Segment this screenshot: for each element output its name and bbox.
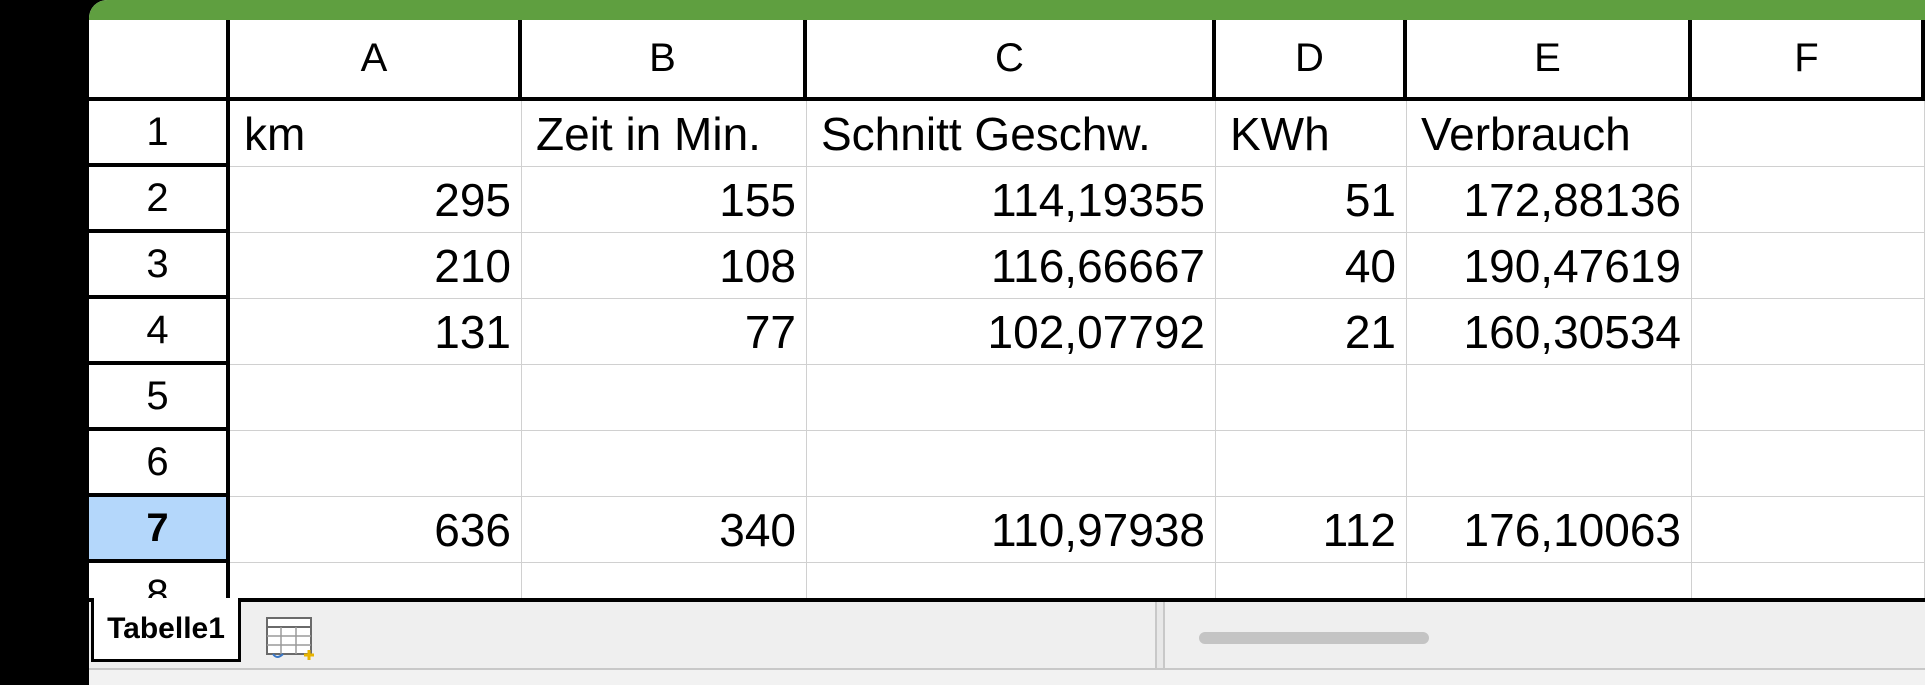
column-header-d[interactable]: D — [1216, 20, 1407, 97]
row-header-8[interactable]: 8 — [89, 563, 230, 600]
cell-d7[interactable]: 112 — [1216, 497, 1407, 563]
cell-f2[interactable] — [1692, 167, 1925, 233]
table-row: 6 — [89, 431, 1925, 497]
cell-b2[interactable]: 155 — [522, 167, 807, 233]
column-header-f[interactable]: F — [1692, 20, 1925, 97]
cell-c1[interactable]: Schnitt Geschw. — [807, 101, 1216, 167]
cell-d3[interactable]: 40 — [1216, 233, 1407, 299]
sheet-tab-label: Tabelle1 — [107, 611, 225, 645]
cell-f6[interactable] — [1692, 431, 1925, 497]
column-header-b[interactable]: B — [522, 20, 807, 97]
cell-b3[interactable]: 108 — [522, 233, 807, 299]
cell-f8[interactable] — [1692, 563, 1925, 600]
cell-b6[interactable] — [522, 431, 807, 497]
cell-d6[interactable] — [1216, 431, 1407, 497]
cell-e2[interactable]: 172,88136 — [1407, 167, 1692, 233]
table-row: 4 131 77 102,07792 21 160,30534 — [89, 299, 1925, 365]
horizontal-scrollbar[interactable] — [1199, 632, 1925, 646]
row-header-4[interactable]: 4 — [89, 299, 230, 365]
spreadsheet-grid[interactable]: ABCDEF 1 km Zeit in Min. Schnitt Geschw. KWh… — [89, 20, 1925, 600]
cell-d1[interactable]: KWh — [1216, 101, 1407, 167]
row-header-6[interactable]: 6 — [89, 431, 230, 497]
cell-b8[interactable] — [522, 563, 807, 600]
cell-e1[interactable]: Verbrauch — [1407, 101, 1692, 167]
cell-f7[interactable] — [1692, 497, 1925, 563]
table-row: 8 — [89, 563, 1925, 600]
cell-a3[interactable]: 210 — [230, 233, 522, 299]
table-row: 1 km Zeit in Min. Schnitt Geschw. KWh Verbrau… — [89, 101, 1925, 167]
column-header-a[interactable]: A — [230, 20, 522, 97]
cell-e3[interactable]: 190,47619 — [1407, 233, 1692, 299]
cell-a1[interactable]: km — [230, 101, 522, 167]
cell-e5[interactable] — [1407, 365, 1692, 431]
cell-e6[interactable] — [1407, 431, 1692, 497]
cell-a5[interactable] — [230, 365, 522, 431]
title-bar — [89, 0, 1925, 20]
cell-a4[interactable]: 131 — [230, 299, 522, 365]
row-header-7[interactable]: 7 — [89, 497, 230, 563]
add-sheet-icon[interactable] — [265, 616, 317, 662]
cell-c2[interactable]: 114,19355 — [807, 167, 1216, 233]
cell-a7[interactable]: 636 — [230, 497, 522, 563]
column-header-e[interactable]: E — [1407, 20, 1692, 97]
cell-c4[interactable]: 102,07792 — [807, 299, 1216, 365]
spreadsheet-window: ABCDEF 1 km Zeit in Min. Schnitt Geschw. KWh… — [89, 0, 1925, 685]
column-header-row: ABCDEF — [89, 20, 1925, 101]
cell-b5[interactable] — [522, 365, 807, 431]
cell-a2[interactable]: 295 — [230, 167, 522, 233]
cell-c6[interactable] — [807, 431, 1216, 497]
cell-e4[interactable]: 160,30534 — [1407, 299, 1692, 365]
status-bar — [89, 668, 1925, 685]
row-header-2[interactable]: 2 — [89, 167, 230, 233]
cell-b1[interactable]: Zeit in Min. — [522, 101, 807, 167]
cell-e7[interactable]: 176,10063 — [1407, 497, 1692, 563]
table-row: 5 — [89, 365, 1925, 431]
cell-c3[interactable]: 116,66667 — [807, 233, 1216, 299]
cell-c7[interactable]: 110,97938 — [807, 497, 1216, 563]
cell-e8[interactable] — [1407, 563, 1692, 600]
horizontal-scroll-thumb[interactable] — [1199, 632, 1429, 644]
row-header-1[interactable]: 1 — [89, 101, 230, 167]
cell-b7[interactable]: 340 — [522, 497, 807, 563]
cell-d8[interactable] — [1216, 563, 1407, 600]
select-all-corner[interactable] — [89, 20, 230, 97]
sheet-tab-tabelle1[interactable]: Tabelle1 — [91, 598, 241, 662]
column-header-c[interactable]: C — [807, 20, 1216, 97]
cell-d2[interactable]: 51 — [1216, 167, 1407, 233]
table-row: 2 295 155 114,19355 51 172,88136 — [89, 167, 1925, 233]
cell-d5[interactable] — [1216, 365, 1407, 431]
tab-scroll-divider[interactable] — [1155, 602, 1165, 672]
cell-a8[interactable] — [230, 563, 522, 600]
cell-f3[interactable] — [1692, 233, 1925, 299]
row-header-5[interactable]: 5 — [89, 365, 230, 431]
cell-c5[interactable] — [807, 365, 1216, 431]
row-header-3[interactable]: 3 — [89, 233, 230, 299]
sheet-tab-bar: Tabelle1 — [89, 598, 1925, 672]
cell-f1[interactable] — [1692, 101, 1925, 167]
cell-d4[interactable]: 21 — [1216, 299, 1407, 365]
cell-f5[interactable] — [1692, 365, 1925, 431]
cell-f4[interactable] — [1692, 299, 1925, 365]
table-row: 7 636 340 110,97938 112 176,10063 — [89, 497, 1925, 563]
cell-a6[interactable] — [230, 431, 522, 497]
cell-c8[interactable] — [807, 563, 1216, 600]
cell-b4[interactable]: 77 — [522, 299, 807, 365]
table-row: 3 210 108 116,66667 40 190,47619 — [89, 233, 1925, 299]
